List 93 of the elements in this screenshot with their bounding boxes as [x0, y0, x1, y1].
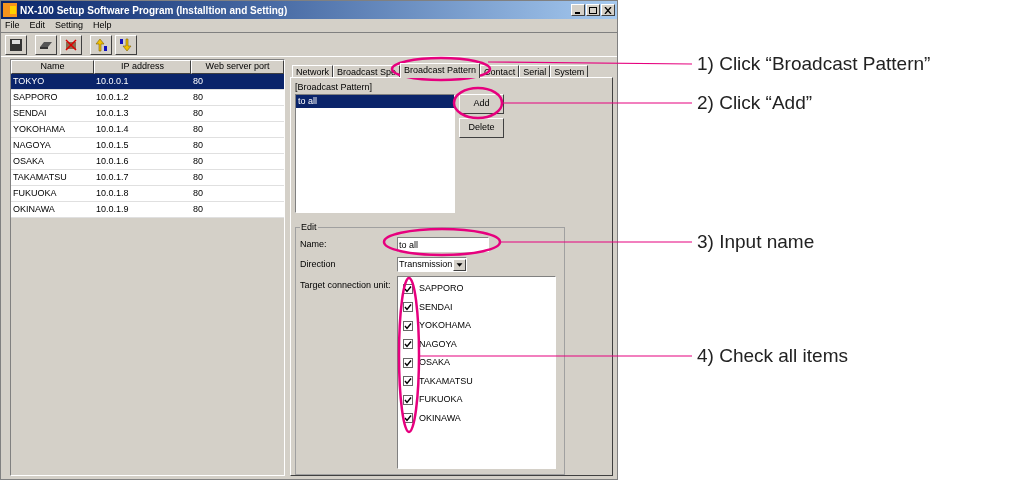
unit-label: SAPPORO	[419, 282, 464, 295]
toolbar-button[interactable]	[90, 34, 112, 55]
column-header[interactable]: IP address	[94, 60, 191, 74]
section-heading: [Broadcast Pattern]	[295, 81, 374, 93]
table-cell-text: 10.0.1.8	[95, 186, 130, 200]
close-button[interactable]	[601, 4, 615, 16]
menu-item[interactable]: Help	[93, 18, 112, 33]
table-cell-text: NAGOYA	[12, 138, 52, 152]
table-row[interactable]: YOKOHAMA 10.0.1.4 80	[11, 122, 284, 138]
table-row[interactable]: SAPPORO 10.0.1.2 80	[11, 90, 284, 106]
callout-text: 4) Check all items	[697, 344, 848, 368]
table-cell-text: 10.0.1.9	[95, 202, 130, 216]
name-field[interactable]: to all	[397, 237, 489, 252]
column-header[interactable]: Web server port	[191, 60, 284, 74]
unit-label: SENDAI	[419, 300, 453, 314]
toolbar-button[interactable]	[5, 34, 27, 55]
action-button[interactable]: Delete	[459, 118, 504, 138]
checkbox[interactable]	[403, 320, 413, 331]
toolbar-button[interactable]	[35, 34, 57, 55]
checkbox[interactable]	[403, 413, 413, 424]
table-cell-text: 80	[192, 122, 203, 136]
unit-label: NAGOYA	[419, 337, 457, 351]
minimize-button[interactable]	[571, 4, 585, 16]
action-button[interactable]: Add	[459, 94, 504, 114]
tab[interactable]: Broadcast Pattern	[400, 63, 481, 78]
table-cell-text: 80	[192, 138, 203, 152]
table-cell-text: SENDAI	[12, 106, 48, 120]
unit-label: OSAKA	[419, 356, 450, 369]
target-label: Target connection unit:	[300, 278, 392, 292]
close-icon	[604, 6, 612, 14]
save-icon	[9, 37, 23, 52]
checkbox[interactable]	[403, 376, 413, 387]
callout-text: 3) Input name	[697, 230, 815, 254]
upload-icon	[94, 37, 108, 52]
unit-label: YOKOHAMA	[419, 319, 471, 332]
table-cell-text: 80	[192, 106, 203, 120]
app-logo-icon	[3, 3, 17, 17]
tab[interactable]: Serial	[519, 65, 551, 77]
checkbox[interactable]	[403, 357, 413, 368]
unit-label: FUKUOKA	[419, 393, 463, 406]
table-cell-text: OKINAWA	[12, 202, 56, 216]
column-header[interactable]: Name	[11, 60, 94, 74]
table-cell-text: 80	[192, 186, 203, 200]
table-cell-text: 80	[192, 202, 203, 216]
checkbox[interactable]	[403, 302, 413, 313]
table-cell-text: 10.0.1.3	[95, 106, 130, 120]
table-cell-text: 80	[192, 74, 203, 88]
table-cell-text: 80	[192, 170, 203, 184]
pattern-item[interactable]: to all	[296, 95, 454, 108]
maximize-button[interactable]	[586, 4, 600, 16]
tab[interactable]: System	[550, 65, 589, 77]
table-cell-text: TOKYO	[12, 74, 46, 88]
menu-item[interactable]: Edit	[29, 18, 46, 33]
table-cell-text: 10.0.1.2	[95, 90, 130, 104]
menu-item[interactable]: File	[5, 18, 20, 33]
table-cell-text: 10.0.1.7	[95, 170, 130, 184]
table-row[interactable]: OSAKA 10.0.1.6 80	[11, 154, 284, 170]
toolbar-button[interactable]	[115, 34, 137, 55]
download-icon	[119, 37, 133, 52]
table-row[interactable]: NAGOYA 10.0.1.5 80	[11, 138, 284, 154]
table-cell-text: 80	[192, 154, 203, 168]
table-row[interactable]: SENDAI 10.0.1.3 80	[11, 106, 284, 122]
name-label: Name:	[300, 237, 328, 251]
table-cell-text: OSAKA	[12, 154, 45, 168]
callout-text: 2) Click “Add”	[697, 91, 813, 115]
tab[interactable]: Network	[292, 65, 333, 77]
direction-label: Direction	[300, 257, 337, 271]
table-cell-text: 10.0.1.6	[95, 154, 130, 168]
menu-item[interactable]: Setting	[55, 18, 84, 33]
callout-text: 1) Click “Broadcast Pattern”	[697, 52, 931, 76]
table-row[interactable]: TOKYO 10.0.0.1 80	[11, 74, 284, 90]
window-title: NX-100 Setup Software Program (Installtion and Setting)	[20, 3, 288, 18]
table-cell-text: 10.0.1.5	[95, 138, 130, 152]
direction-dropdown[interactable]: Transmission	[397, 257, 467, 272]
maximize-icon	[589, 6, 597, 14]
table-cell-text: 80	[192, 90, 203, 104]
toolbar-button[interactable]	[60, 34, 82, 55]
table-cell-text: SAPPORO	[12, 90, 59, 104]
table-row[interactable]: TAKAMATSU 10.0.1.7 80	[11, 170, 284, 186]
checkbox[interactable]	[403, 283, 413, 294]
highlight-oval	[452, 86, 504, 120]
delete-icon	[64, 37, 78, 52]
table-row[interactable]: OKINAWA 10.0.1.9 80	[11, 202, 284, 218]
table-cell-text: FUKUOKA	[12, 186, 58, 200]
table-cell-text: YOKOHAMA	[12, 122, 66, 136]
checkbox[interactable]	[403, 339, 413, 350]
table-cell-text: 10.0.1.4	[95, 122, 130, 136]
table-cell-text: TAKAMATSU	[12, 170, 68, 184]
table-cell-text: 10.0.0.1	[95, 74, 130, 88]
group-legend: Edit	[300, 221, 318, 235]
unit-label: OKINAWA	[419, 411, 461, 425]
table-row[interactable]: FUKUOKA 10.0.1.8 80	[11, 186, 284, 202]
checkbox[interactable]	[403, 394, 413, 405]
